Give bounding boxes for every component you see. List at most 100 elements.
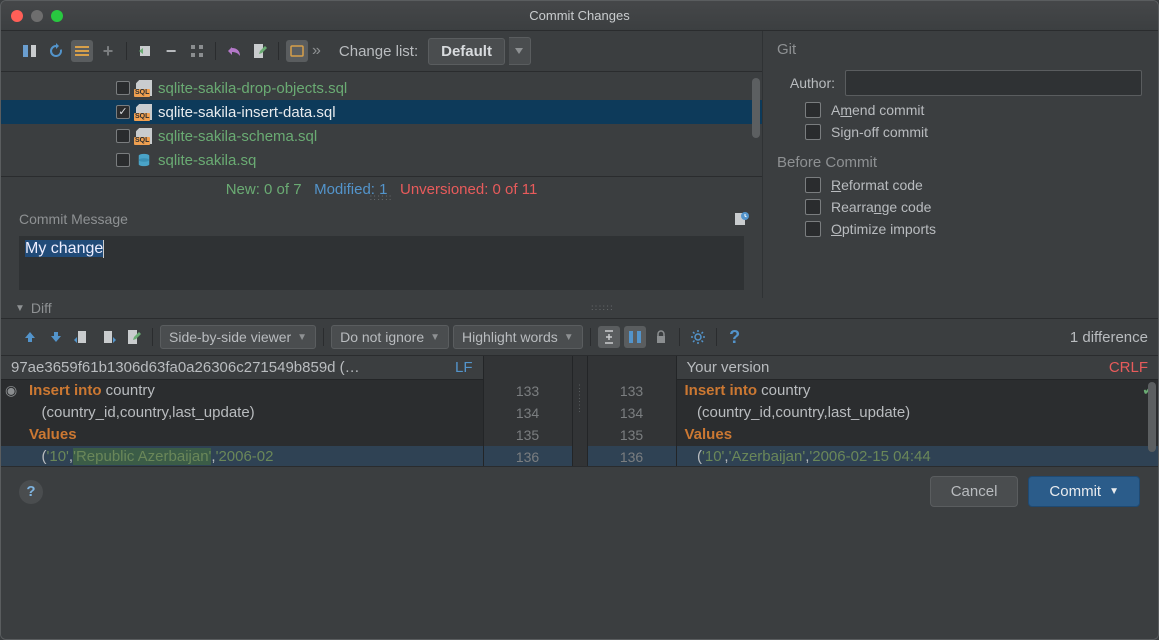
chevron-down-icon: ▼ — [15, 303, 25, 314]
prev-diff-icon[interactable] — [19, 326, 41, 348]
separator — [590, 328, 591, 346]
rearrange-label: Rearrange code — [831, 199, 931, 215]
window-title: Commit Changes — [1, 8, 1158, 23]
expand-all-icon[interactable] — [286, 40, 308, 62]
changelist-dropdown-icon[interactable] — [509, 37, 531, 65]
remove-icon[interactable]: − — [160, 40, 182, 62]
author-label: Author: — [777, 75, 835, 91]
scrollbar-thumb[interactable] — [752, 78, 760, 138]
resize-grip-icon[interactable]: ∷∷∷ — [370, 193, 393, 204]
status-new: New: 0 of 7 — [226, 181, 302, 198]
status-line: New: 0 of 7 Modified: 1 Unversioned: 0 o… — [1, 177, 762, 204]
chevron-icon: » — [312, 42, 321, 60]
commit-message-input[interactable]: My change — [19, 236, 744, 290]
separator — [152, 328, 153, 346]
file-checkbox[interactable] — [116, 105, 130, 119]
edit-source-icon[interactable] — [249, 40, 271, 62]
left-code[interactable]: Insert into country (country_id,country,… — [1, 380, 483, 466]
file-name: sqlite-sakila-drop-objects.sql — [158, 80, 347, 97]
add-icon[interactable]: + — [97, 40, 119, 62]
compare-prev-file-icon[interactable] — [71, 326, 93, 348]
dialog-footer: ? Cancel Commit ▼ — [1, 466, 1158, 516]
changelist-button[interactable]: Default — [428, 38, 505, 65]
refresh-icon[interactable] — [45, 40, 67, 62]
commit-message-text: My change — [25, 240, 103, 257]
changelist-value: Default — [441, 43, 492, 60]
caret-down-icon: ▼ — [430, 332, 440, 343]
right-code[interactable]: Insert into country (country_id,country,… — [677, 380, 1159, 466]
ignore-dropdown[interactable]: Do not ignore ▼ — [331, 325, 449, 349]
resize-grip-icon[interactable]: ∷∷∷ — [58, 303, 1148, 314]
right-revision-label: Your version — [687, 359, 770, 376]
amend-checkbox[interactable] — [805, 102, 821, 118]
compare-next-file-icon[interactable] — [97, 326, 119, 348]
file-checkbox[interactable] — [116, 81, 130, 95]
collapse-unchanged-icon[interactable] — [598, 326, 620, 348]
group-by-dir-icon[interactable] — [71, 40, 93, 62]
before-commit-label: Before Commit — [777, 154, 1142, 171]
caret-down-icon: ▼ — [564, 332, 574, 343]
diff-divider[interactable]: ⋮⋮⋮ — [573, 356, 587, 466]
file-row[interactable]: sqlite-sakila-drop-objects.sql — [1, 76, 762, 100]
optimize-checkbox[interactable] — [805, 221, 821, 237]
commit-button-label: Commit — [1049, 483, 1101, 500]
separator — [679, 328, 680, 346]
caret-down-icon: ▼ — [1109, 486, 1119, 497]
diff-viewer: 97ae3659f61b1306d63fa0a26306c271549b859d… — [1, 356, 1158, 466]
help-icon[interactable]: ? — [724, 326, 746, 348]
settings-icon[interactable] — [687, 326, 709, 348]
diff-toggle[interactable]: ▼ Diff ∷∷∷ — [1, 298, 1158, 318]
next-diff-icon[interactable] — [45, 326, 67, 348]
commit-button[interactable]: Commit ▼ — [1028, 476, 1140, 507]
help-button[interactable]: ? — [19, 480, 43, 504]
file-checkbox[interactable] — [116, 129, 130, 143]
changes-toolbar: + − » Change list: Default — [1, 31, 762, 72]
file-row[interactable]: sqlite-sakila-insert-data.sql — [1, 100, 762, 124]
highlight-label: Highlight words — [462, 329, 558, 345]
author-input[interactable] — [845, 70, 1142, 96]
sql-file-icon — [136, 128, 152, 144]
file-row[interactable]: sqlite-sakila.sq — [1, 148, 762, 172]
git-section-label: Git — [777, 41, 1142, 58]
options-panel: Git Author: Amend commit Sign-off commit… — [763, 31, 1158, 298]
file-checkbox[interactable] — [116, 153, 130, 167]
undo-icon[interactable] — [223, 40, 245, 62]
sync-scroll-icon[interactable] — [624, 326, 646, 348]
diff-label: Diff — [31, 300, 52, 316]
signoff-label: Sign-off commit — [831, 124, 928, 140]
commit-history-icon[interactable] — [730, 208, 752, 230]
left-eol: LF — [455, 359, 473, 376]
separator — [215, 42, 216, 60]
right-line-gutter: 133134135136 — [587, 356, 677, 466]
show-diff-icon[interactable] — [19, 40, 41, 62]
changelist-label: Change list: — [339, 43, 418, 60]
signoff-checkbox[interactable] — [805, 124, 821, 140]
database-icon — [136, 152, 152, 168]
viewer-mode-dropdown[interactable]: Side-by-side viewer▼ — [160, 325, 316, 349]
status-unversioned: Unversioned: 0 of 11 — [400, 181, 537, 198]
ignore-label: Do not ignore — [340, 329, 424, 345]
highlight-dropdown[interactable]: Highlight words ▼ — [453, 325, 583, 349]
viewer-mode-label: Side-by-side viewer — [169, 329, 291, 345]
separator — [278, 42, 279, 60]
scrollbar-thumb[interactable] — [1148, 382, 1156, 452]
left-revision-label: 97ae3659f61b1306d63fa0a26306c271549b859d… — [11, 359, 360, 376]
cancel-button[interactable]: Cancel — [930, 476, 1019, 507]
reformat-checkbox[interactable] — [805, 177, 821, 193]
optimize-label: Optimize imports — [831, 221, 936, 237]
separator — [323, 328, 324, 346]
amend-label: Amend commit — [831, 102, 924, 118]
edit-icon[interactable] — [123, 326, 145, 348]
file-name: sqlite-sakila.sq — [158, 152, 256, 169]
file-row[interactable]: sqlite-sakila-schema.sql — [1, 124, 762, 148]
sql-file-icon — [136, 80, 152, 96]
move-to-changelist-icon[interactable] — [186, 40, 208, 62]
diff-toolbar: Side-by-side viewer▼ Do not ignore▼ High… — [1, 318, 1158, 356]
file-name: sqlite-sakila-schema.sql — [158, 128, 317, 145]
reformat-label: Reformat code — [831, 177, 923, 193]
file-name: sqlite-sakila-insert-data.sql — [158, 104, 336, 121]
diff-left-pane: 97ae3659f61b1306d63fa0a26306c271549b859d… — [1, 356, 483, 466]
rearrange-checkbox[interactable] — [805, 199, 821, 215]
lock-icon[interactable] — [650, 326, 672, 348]
rollback-icon[interactable] — [134, 40, 156, 62]
